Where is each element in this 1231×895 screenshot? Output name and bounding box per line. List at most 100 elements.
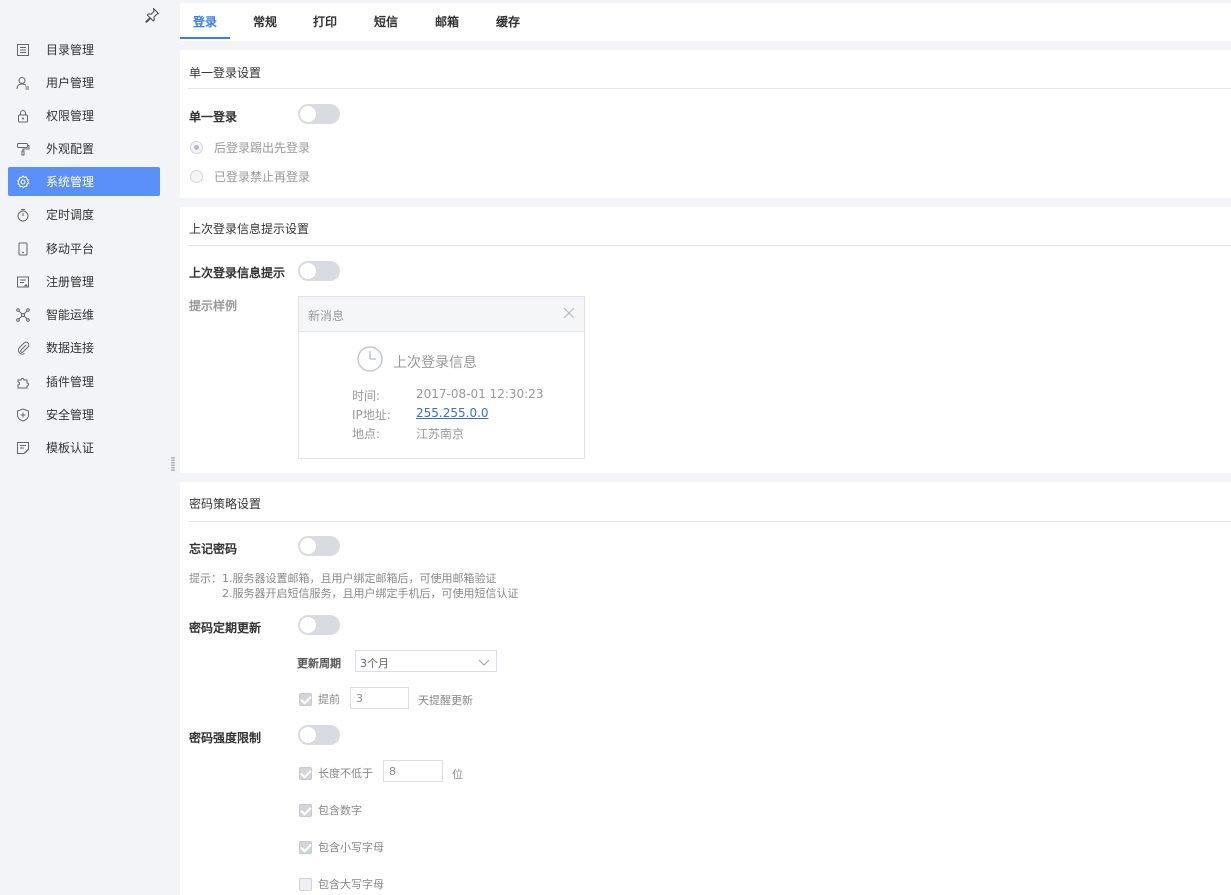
pin-icon[interactable] <box>144 7 160 23</box>
sso-option-kick-previous[interactable]: 后登录踢出先登录 <box>190 139 310 156</box>
sidebar-item-system[interactable]: 系统管理 <box>8 167 160 196</box>
info-key-time: 时间: <box>352 389 381 403</box>
checkbox-label: 长度不低于 <box>318 767 373 780</box>
sidebar-item-security[interactable]: 安全管理 <box>8 400 160 429</box>
list-icon <box>16 43 30 57</box>
advance-days-suffix: 天提醒更新 <box>418 694 473 707</box>
card-header: 新消息 <box>299 297 584 332</box>
sidebar-item-label: 定时调度 <box>46 208 95 222</box>
sidebar-item-label: 注册管理 <box>46 275 95 289</box>
resize-handle[interactable] <box>171 457 175 471</box>
radio-dot <box>190 170 203 183</box>
sidebar-item-label: 数据连接 <box>46 341 95 355</box>
close-icon[interactable] <box>562 306 576 320</box>
min-length-input[interactable]: 8 <box>383 760 443 782</box>
user-icon <box>16 76 30 90</box>
sidebar-item-label: 系统管理 <box>46 175 95 189</box>
tab-label: 缓存 <box>495 15 520 29</box>
last-login-panel: 上次登录信息提示设置 上次登录信息提示 提示样例 新消息 上次登录信息 时间: … <box>180 207 1231 473</box>
info-value-location: 江苏南京 <box>416 427 465 441</box>
sso-option-block-new[interactable]: 已登录禁止再登录 <box>190 168 310 185</box>
hint-line-1: 提示：1.服务器设置邮箱，且用户绑定邮箱后，可使用邮箱验证 <box>189 572 497 585</box>
sidebar-item-catalog[interactable]: 目录管理 <box>8 35 160 64</box>
tab-sms[interactable]: 短信 <box>365 3 407 41</box>
sidebar-item-ops[interactable]: 智能运维 <box>8 300 160 329</box>
last-login-toggle[interactable] <box>298 261 340 281</box>
password-policy-panel: 密码策略设置 忘记密码 提示：1.服务器设置邮箱，且用户绑定邮箱后，可使用邮箱验… <box>180 482 1231 895</box>
card-header-title: 新消息 <box>308 309 345 323</box>
checkbox-box <box>299 840 312 854</box>
include-uppercase-checkbox[interactable]: 包含大写字母 <box>299 876 384 892</box>
info-key-location: 地点: <box>352 427 381 441</box>
info-value-time: 2017-08-01 12:30:23 <box>416 387 544 401</box>
sidebar-item-label: 用户管理 <box>46 76 95 90</box>
strength-limit-label: 密码强度限制 <box>189 731 262 745</box>
checkbox-box <box>299 692 312 706</box>
sidebar-item-registration[interactable]: 注册管理 <box>8 267 160 296</box>
info-key-ip: IP地址: <box>352 408 391 422</box>
register-icon <box>16 275 30 289</box>
section-title: 单一登录设置 <box>189 66 262 80</box>
advance-reminder-checkbox[interactable]: 提前 <box>299 691 340 707</box>
sidebar-item-label: 插件管理 <box>46 375 95 389</box>
advance-days-input[interactable]: 3 <box>350 687 409 709</box>
tab-cache[interactable]: 缓存 <box>487 3 529 41</box>
clock-icon <box>357 346 383 372</box>
tab-general[interactable]: 常规 <box>244 3 286 41</box>
paint-roller-icon <box>16 142 30 156</box>
checkbox-label: 包含数字 <box>318 804 362 817</box>
min-length-checkbox[interactable]: 长度不低于 <box>299 765 373 781</box>
tab-label: 邮箱 <box>434 15 459 29</box>
sso-toggle[interactable] <box>298 104 340 124</box>
checkbox-box <box>299 766 312 780</box>
sidebar-item-users[interactable]: 用户管理 <box>8 68 160 97</box>
sidebar-item-data-connection[interactable]: 数据连接 <box>8 333 160 362</box>
select-value: 3个月 <box>360 657 389 670</box>
checkbox-label: 提前 <box>318 693 340 706</box>
radio-dot <box>190 141 203 154</box>
stopwatch-icon <box>16 208 30 222</box>
tab-bar: 登录 常规 打印 短信 邮箱 缓存 <box>180 3 1231 41</box>
periodic-update-label: 密码定期更新 <box>189 621 262 635</box>
login-info-preview-card: 新消息 上次登录信息 时间: 2017-08-01 12:30:23 IP地址:… <box>298 296 585 459</box>
sidebar-item-mobile[interactable]: 移动平台 <box>8 234 160 263</box>
sidebar-item-template-auth[interactable]: 模板认证 <box>8 433 160 462</box>
paperclip-icon <box>16 341 30 355</box>
template-icon <box>16 441 30 455</box>
sidebar-item-permissions[interactable]: 权限管理 <box>8 101 160 130</box>
tab-print[interactable]: 打印 <box>304 3 346 41</box>
include-lowercase-checkbox[interactable]: 包含小写字母 <box>299 839 384 855</box>
lock-icon <box>16 109 30 123</box>
radio-label: 已登录禁止再登录 <box>214 170 311 184</box>
sidebar-item-plugins[interactable]: 插件管理 <box>8 367 160 396</box>
forget-password-toggle[interactable] <box>298 536 340 556</box>
divider <box>188 88 1231 89</box>
include-digits-checkbox[interactable]: 包含数字 <box>299 802 362 818</box>
chevron-down-icon <box>478 659 490 666</box>
sidebar-item-label: 目录管理 <box>46 43 95 57</box>
info-value-ip[interactable]: 255.255.0.0 <box>416 406 489 420</box>
checkbox-label: 包含大写字母 <box>318 878 384 891</box>
last-login-label: 上次登录信息提示 <box>189 266 286 280</box>
sidebar-item-label: 权限管理 <box>46 109 95 123</box>
periodic-update-toggle[interactable] <box>298 615 340 635</box>
sidebar-item-label: 模板认证 <box>46 441 95 455</box>
update-period-select[interactable]: 3个月 <box>355 650 497 672</box>
checkbox-box <box>299 877 312 891</box>
sidebar-item-label: 移动平台 <box>46 242 95 256</box>
section-title: 密码策略设置 <box>189 497 262 511</box>
sidebar-item-scheduler[interactable]: 定时调度 <box>8 200 160 229</box>
checkbox-label: 包含小写字母 <box>318 841 384 854</box>
shield-icon <box>16 407 30 422</box>
mobile-icon <box>16 242 30 256</box>
sidebar-item-label: 外观配置 <box>46 142 95 156</box>
min-length-suffix: 位 <box>452 768 463 781</box>
hint-line-2: 2.服务器开启短信服务，且用户绑定手机后，可使用短信认证 <box>222 587 519 600</box>
checkbox-box <box>299 803 312 817</box>
tab-login[interactable]: 登录 <box>180 3 230 41</box>
section-title: 上次登录信息提示设置 <box>189 222 310 236</box>
strength-limit-toggle[interactable] <box>298 725 340 745</box>
sidebar-item-appearance[interactable]: 外观配置 <box>8 134 160 163</box>
tab-label: 登录 <box>192 15 217 29</box>
tab-email[interactable]: 邮箱 <box>426 3 468 41</box>
